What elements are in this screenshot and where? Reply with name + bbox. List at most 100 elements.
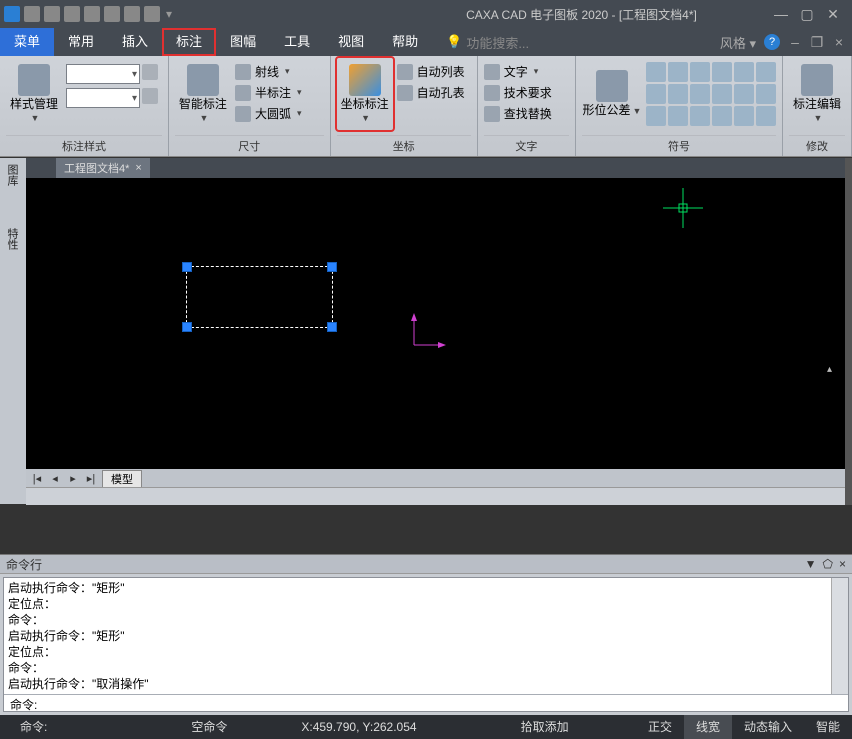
sym11-icon[interactable] — [734, 84, 754, 104]
tech-req-icon — [484, 85, 500, 101]
mdi-restore-button[interactable]: ❐ — [810, 34, 824, 51]
sym5-icon[interactable] — [734, 62, 754, 82]
style-apply-icon[interactable] — [142, 64, 158, 80]
document-tab[interactable]: 工程图文档4*× — [56, 158, 150, 178]
doc-tab-close-icon[interactable]: × — [135, 162, 141, 174]
sheet-next-icon[interactable]: ▸ — [66, 472, 80, 485]
sym4-icon[interactable] — [712, 62, 732, 82]
status-dyninput[interactable]: 动态输入 — [732, 715, 804, 739]
close-button[interactable]: ✕ — [826, 6, 840, 23]
status-pick[interactable]: 拾取添加 — [509, 715, 581, 739]
qat-open-icon[interactable] — [44, 6, 60, 22]
arc-dim-button[interactable]: 大圆弧▾ — [235, 104, 302, 123]
grip-top-left[interactable] — [182, 262, 192, 272]
sym8-icon[interactable] — [668, 84, 688, 104]
dock-tab-properties[interactable]: 特性 — [0, 222, 24, 256]
style-apply2-icon[interactable] — [142, 88, 158, 104]
qat-undo-icon[interactable] — [124, 6, 140, 22]
sheet-bar: |◂ ◂ ▸ ▸| 模型 — [26, 469, 845, 487]
dim-edit-icon — [801, 64, 833, 96]
tab-annotate[interactable]: 标注 — [162, 28, 216, 56]
sym1-icon[interactable] — [646, 62, 666, 82]
sheet-last-icon[interactable]: ▸| — [84, 472, 98, 485]
h-scrollbar[interactable] — [26, 487, 845, 505]
command-history: 启动执行命令："矩形" 定位点： 命令： 启动执行命令："矩形" 定位点： 命令… — [4, 578, 831, 694]
sym17-icon[interactable] — [734, 106, 754, 126]
gdt-icon — [596, 70, 628, 102]
sym16-icon[interactable] — [712, 106, 732, 126]
dock-tab-library[interactable]: 图库 — [0, 158, 24, 192]
sheet-tab-model[interactable]: 模型 — [102, 470, 142, 487]
tab-help[interactable]: 帮助 — [378, 28, 432, 56]
find-icon — [484, 106, 500, 122]
auto-list-button[interactable]: 自动列表 — [397, 62, 465, 81]
ordinate-dim-button[interactable]: 坐标标注▼ — [337, 58, 393, 130]
ribbon: 样式管理▼ 标注样式 智能标注▼ 射线▾ 半标注▾ 大圆弧▾ 尺寸 — [0, 56, 852, 157]
auto-list-icon — [397, 64, 413, 80]
cmd-v-scrollbar[interactable] — [831, 578, 848, 694]
sym3-icon[interactable] — [690, 62, 710, 82]
tab-tools[interactable]: 工具 — [270, 28, 324, 56]
gdt-button[interactable]: 形位公差▼ — [582, 58, 642, 130]
mdi-close-button[interactable]: × — [832, 34, 846, 50]
command-input[interactable] — [41, 695, 846, 712]
mdi-minimize-button[interactable]: – — [788, 34, 802, 50]
half-dim-button[interactable]: 半标注▾ — [235, 83, 302, 102]
tab-insert[interactable]: 插入 — [108, 28, 162, 56]
maximize-button[interactable]: ▢ — [800, 6, 814, 23]
search-input[interactable]: 功能搜索... — [466, 33, 536, 52]
grip-top-right[interactable] — [327, 262, 337, 272]
qat-new-icon[interactable] — [24, 6, 40, 22]
qat-print-icon[interactable] — [104, 6, 120, 22]
sym13-icon[interactable] — [646, 106, 666, 126]
ray-dim-button[interactable]: 射线▾ — [235, 62, 302, 81]
sheet-prev-icon[interactable]: ◂ — [48, 472, 62, 485]
smart-dim-button[interactable]: 智能标注▼ — [175, 58, 231, 130]
qat-saveas-icon[interactable] — [84, 6, 100, 22]
sym9-icon[interactable] — [690, 84, 710, 104]
sym10-icon[interactable] — [712, 84, 732, 104]
dim-edit-button[interactable]: 标注编辑▼ — [789, 58, 845, 130]
drawing-canvas[interactable]: ▴ — [26, 178, 845, 469]
style-combo-1[interactable] — [66, 64, 140, 84]
app-icon — [4, 6, 20, 22]
grip-bottom-left[interactable] — [182, 322, 192, 332]
find-replace-button[interactable]: 查找替换 — [484, 104, 552, 123]
qat-redo-icon[interactable] — [144, 6, 160, 22]
menu-main[interactable]: 菜单 — [0, 28, 54, 56]
minimize-button[interactable]: — — [774, 6, 788, 23]
sym14-icon[interactable] — [668, 106, 688, 126]
cmd-dropdown-icon[interactable]: ▼ — [805, 557, 817, 571]
tab-drawing[interactable]: 图幅 — [216, 28, 270, 56]
tab-view[interactable]: 视图 — [324, 28, 378, 56]
grip-bottom-right[interactable] — [327, 322, 337, 332]
status-ortho[interactable]: 正交 — [636, 715, 684, 739]
sheet-first-icon[interactable]: |◂ — [30, 472, 44, 485]
sym7-icon[interactable] — [646, 84, 666, 104]
sym18-icon[interactable] — [756, 106, 776, 126]
sym2-icon[interactable] — [668, 62, 688, 82]
status-smart[interactable]: 智能 — [804, 715, 852, 739]
half-icon — [235, 85, 251, 101]
text-button[interactable]: 文字▾ — [484, 62, 552, 81]
group-label-dim: 尺寸 — [175, 135, 324, 156]
bulb-icon: 💡 — [446, 34, 462, 50]
sym12-icon[interactable] — [756, 84, 776, 104]
style-combo-2[interactable] — [66, 88, 140, 108]
style-label[interactable]: 风格 ▾ — [720, 33, 756, 52]
help-icon[interactable]: ? — [764, 34, 780, 50]
tech-req-button[interactable]: 技术要求 — [484, 83, 552, 102]
scroll-up-icon[interactable]: ▴ — [827, 364, 836, 373]
status-lineweight[interactable]: 线宽 — [684, 715, 732, 739]
smart-dim-icon — [187, 64, 219, 96]
sym15-icon[interactable] — [690, 106, 710, 126]
style-manage-button[interactable]: 样式管理▼ — [6, 58, 62, 130]
qat-save-icon[interactable] — [64, 6, 80, 22]
auto-hole-button[interactable]: 自动孔表 — [397, 83, 465, 102]
v-scrollbar[interactable] — [845, 158, 852, 505]
sym6-icon[interactable] — [756, 62, 776, 82]
selected-rectangle[interactable] — [186, 266, 333, 328]
tab-common[interactable]: 常用 — [54, 28, 108, 56]
cmd-close-icon[interactable]: × — [839, 557, 846, 571]
cmd-pin-icon[interactable]: ⬠ — [823, 557, 833, 571]
